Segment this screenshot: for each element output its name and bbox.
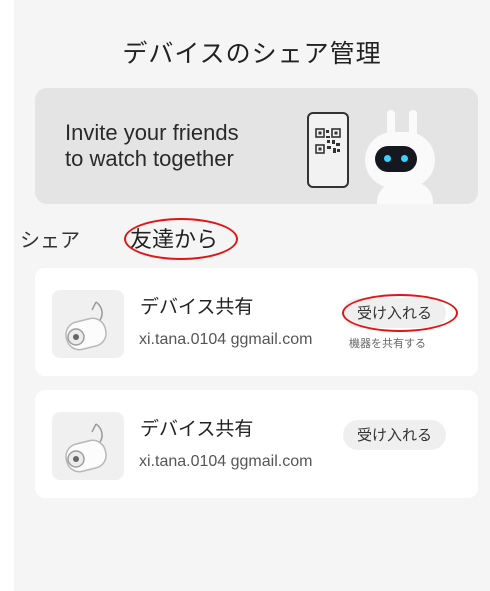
robot-mascot-icon xyxy=(365,132,435,188)
accept-button[interactable]: 受け入れる xyxy=(343,420,447,450)
phone-qr-icon xyxy=(307,112,349,188)
robot-face xyxy=(375,146,417,172)
share-card-email: xi.tana.0104 ggmail.com xyxy=(139,331,313,348)
robot-eye-left xyxy=(384,155,391,162)
banner-text: Invite your friends to watch together xyxy=(65,120,239,172)
page-title: デバイスのシェア管理 xyxy=(122,39,382,68)
accept-button[interactable]: 受け入れる xyxy=(343,298,447,328)
invite-banner[interactable]: Invite your friends to watch together xyxy=(35,88,478,204)
banner-line-2: to watch together xyxy=(65,146,234,171)
share-management-screen: デバイスのシェア管理 Invite your friends to watch … xyxy=(14,0,490,591)
camera-thumbnail-icon xyxy=(52,412,124,480)
banner-line-1: Invite your friends xyxy=(65,120,239,145)
share-card-title: デバイス共有 xyxy=(140,296,254,318)
robot-body xyxy=(377,182,433,204)
section-label-from-friends: 友達から xyxy=(130,228,219,253)
share-card[interactable]: デバイス共有 xi.tana.0104 ggmail.com 受け入れる 機器を… xyxy=(35,268,478,376)
robot-eye-right xyxy=(401,155,408,162)
camera-thumbnail-icon xyxy=(52,290,124,358)
section-label-share: シェア xyxy=(20,228,80,252)
share-device-hint: 機器を共有する xyxy=(349,337,426,350)
share-card-email: xi.tana.0104 ggmail.com xyxy=(139,453,313,470)
share-card-title: デバイス共有 xyxy=(140,418,254,440)
share-card[interactable]: デバイス共有 xi.tana.0104 ggmail.com 受け入れる xyxy=(35,390,478,498)
qr-code-icon xyxy=(315,128,341,154)
